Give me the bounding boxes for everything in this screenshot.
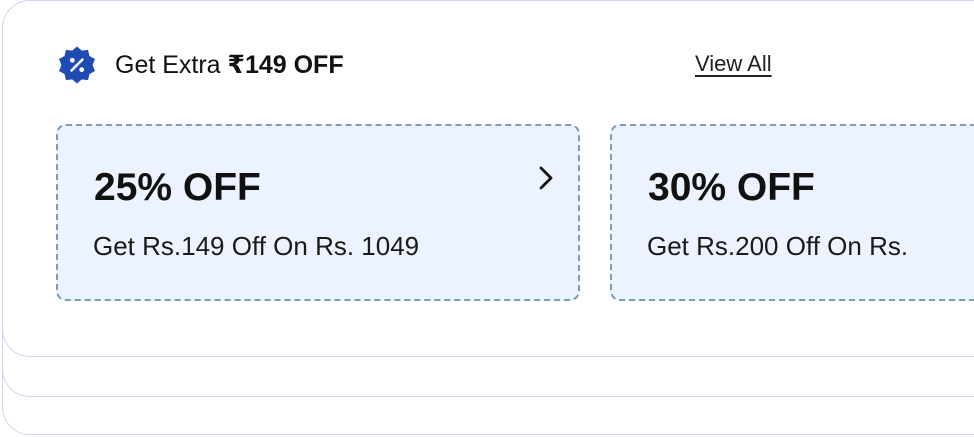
offers-title-prefix: Get Extra xyxy=(115,51,228,79)
offers-title: Get Extra ₹149 OFF xyxy=(115,49,344,81)
offers-title-amount: ₹149 OFF xyxy=(227,51,344,79)
coupon-title: 25% OFF xyxy=(94,166,261,209)
coupon-description: Get Rs.149 Off On Rs. 1049 xyxy=(93,231,420,261)
coupon-title: 30% OFF xyxy=(648,166,815,209)
coupon-card[interactable]: 25% OFF Get Rs.149 Off On Rs. 1049 xyxy=(56,124,580,301)
offers-card: Get Extra ₹149 OFF View All 25% OFF Get … xyxy=(2,0,974,357)
coupon-description: Get Rs.200 Off On Rs. xyxy=(647,231,909,261)
discount-badge-icon xyxy=(59,46,95,84)
offers-header: Get Extra ₹149 OFF View All xyxy=(56,45,796,85)
offers-widget: Get Extra ₹149 OFF View All 25% OFF Get … xyxy=(0,0,974,437)
chevron-right-icon[interactable] xyxy=(534,162,558,194)
view-all-link[interactable]: View All xyxy=(695,50,772,78)
coupon-card[interactable]: 30% OFF Get Rs.200 Off On Rs. xyxy=(610,124,974,301)
